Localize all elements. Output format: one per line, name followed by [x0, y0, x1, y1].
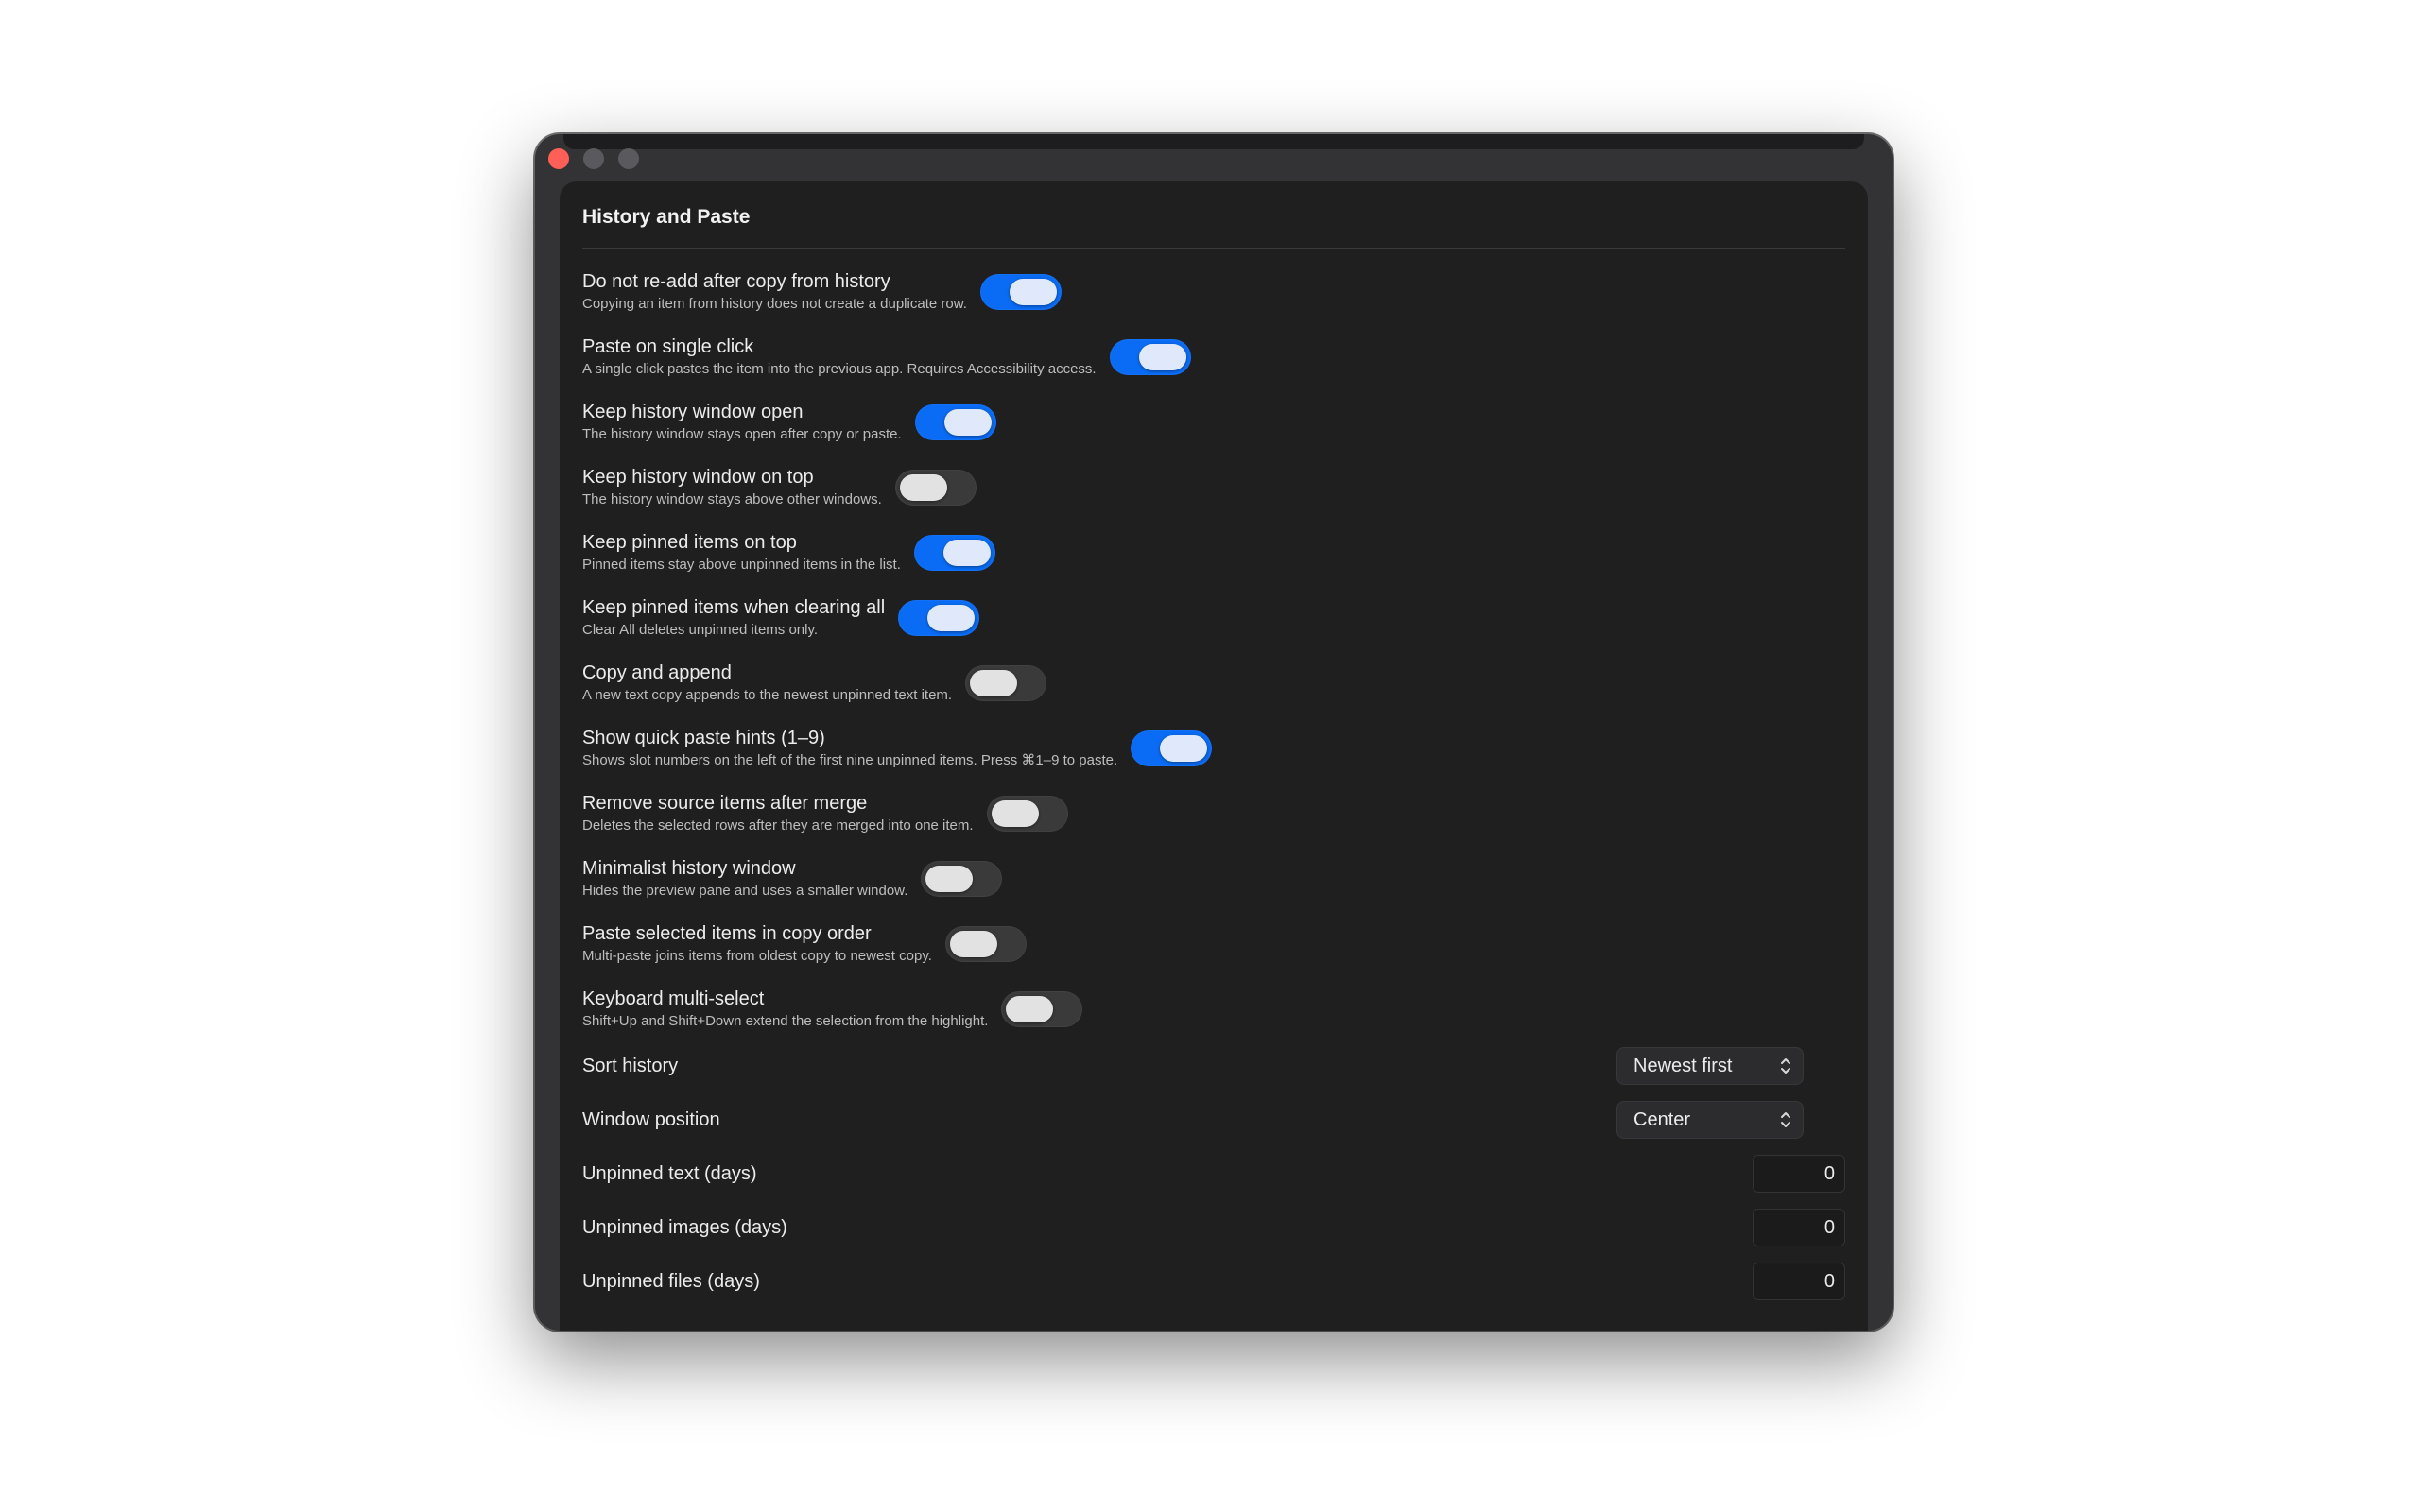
setting-label: Keep pinned items on top [582, 532, 797, 553]
setting-row-paste-single-click: Paste on single click A single click pas… [582, 335, 1191, 379]
setting-description: Hides the preview pane and uses a smalle… [582, 883, 908, 899]
setting-label: Show quick paste hints (1–9) [582, 728, 825, 748]
toggle-knob [949, 931, 997, 957]
setting-description: Shift+Up and Shift+Down extend the selec… [582, 1013, 989, 1029]
toggle-knob [991, 800, 1039, 827]
toggle-knob [1160, 735, 1208, 762]
chevron-up-down-icon [1781, 1112, 1790, 1127]
toggle-knob [942, 540, 991, 566]
sort-history-value: Newest first [1634, 1055, 1733, 1076]
remove-after-merge-toggle[interactable] [986, 796, 1068, 832]
toggle-knob [1138, 344, 1186, 370]
quick-paste-hints-toggle[interactable] [1131, 730, 1213, 766]
setting-row-copy-append: Copy and append A new text copy appends … [582, 662, 1047, 705]
settings-window: History and Paste Do not re-add after co… [535, 134, 1893, 1331]
setting-label: Minimalist history window [582, 858, 796, 879]
setting-row-keep-window-on-top: Keep history window on top The history w… [582, 466, 977, 509]
paste-single-click-toggle[interactable] [1109, 339, 1191, 375]
toggle-knob [925, 866, 974, 892]
title-bar-strip [563, 134, 1864, 149]
setting-label: Keyboard multi-select [582, 988, 765, 1009]
section-divider [582, 248, 1845, 249]
setting-row-sort-history: Sort history Newest first [582, 1047, 1845, 1085]
no-readd-toggle[interactable] [979, 274, 1062, 310]
title-bar[interactable] [535, 134, 1893, 181]
toggle-knob [970, 670, 1018, 696]
setting-row-quick-paste-hints: Show quick paste hints (1–9) Shows slot … [582, 727, 1213, 770]
keyboard-multiselect-toggle[interactable] [1001, 991, 1083, 1027]
setting-label: Keep history window open [582, 402, 804, 422]
setting-label: Paste selected items in copy order [582, 923, 872, 944]
setting-description: Multi-paste joins items from oldest copy… [582, 948, 932, 964]
setting-description: A single click pastes the item into the … [582, 361, 1097, 377]
keep-window-on-top-toggle[interactable] [894, 470, 977, 506]
setting-label: Do not re-add after copy from history [582, 271, 890, 292]
toggle-knob [1006, 996, 1054, 1022]
setting-description: A new text copy appends to the newest un… [582, 687, 953, 703]
setting-description: Pinned items stay above unpinned items i… [582, 557, 901, 573]
maximize-window-button[interactable] [618, 148, 639, 169]
setting-row-window-position: Window position Center [582, 1101, 1845, 1139]
setting-label: Remove source items after merge [582, 793, 868, 814]
setting-description: Clear All deletes unpinned items only. [582, 622, 819, 638]
setting-label: Keep pinned items when clearing all [582, 597, 886, 618]
pinned-on-top-toggle[interactable] [913, 535, 995, 571]
sort-history-select[interactable]: Newest first [1616, 1047, 1804, 1085]
setting-description: The history window stays open after copy… [582, 426, 902, 442]
setting-label: Paste on single click [582, 336, 754, 357]
window-position-label: Window position [582, 1108, 720, 1130]
setting-row-unpinned-files-days: Unpinned files (days) [582, 1263, 1845, 1300]
setting-row-no-readd: Do not re-add after copy from history Co… [582, 270, 1062, 314]
setting-description: Deletes the selected rows after they are… [582, 817, 974, 833]
settings-panel: History and Paste Do not re-add after co… [560, 181, 1868, 1331]
setting-label: Keep history window on top [582, 467, 814, 488]
setting-description: Shows slot numbers on the left of the fi… [582, 752, 1118, 768]
minimalist-window-toggle[interactable] [921, 861, 1003, 897]
setting-description: Copying an item from history does not cr… [582, 296, 967, 312]
unpinned-text-days-label: Unpinned text (days) [582, 1162, 757, 1184]
setting-row-keyboard-multiselect: Keyboard multi-select Shift+Up and Shift… [582, 988, 1083, 1031]
setting-row-unpinned-images-days: Unpinned images (days) [582, 1209, 1845, 1246]
setting-row-unpinned-text-days: Unpinned text (days) [582, 1155, 1845, 1193]
unpinned-files-days-input[interactable] [1753, 1263, 1845, 1300]
setting-row-pinned-on-top: Keep pinned items on top Pinned items st… [582, 531, 995, 575]
toggle-knob [1009, 279, 1057, 305]
chevron-up-down-icon [1781, 1058, 1790, 1074]
setting-row-keep-window-open: Keep history window open The history win… [582, 401, 996, 444]
section-title: History and Paste [582, 206, 751, 228]
close-window-button[interactable] [548, 148, 569, 169]
keep-window-open-toggle[interactable] [914, 404, 996, 440]
unpinned-images-days-label: Unpinned images (days) [582, 1216, 787, 1238]
keep-pinned-clearing-toggle[interactable] [898, 600, 980, 636]
setting-description: The history window stays above other win… [582, 491, 882, 507]
unpinned-text-days-input[interactable] [1753, 1155, 1845, 1193]
setting-row-keep-pinned-clearing: Keep pinned items when clearing all Clea… [582, 596, 980, 640]
copy-append-toggle[interactable] [965, 665, 1047, 701]
toggle-knob [927, 605, 976, 631]
setting-row-remove-after-merge: Remove source items after merge Deletes … [582, 792, 1068, 835]
minimize-window-button[interactable] [583, 148, 604, 169]
setting-row-minimalist-window: Minimalist history window Hides the prev… [582, 857, 1003, 901]
unpinned-files-days-label: Unpinned files (days) [582, 1270, 760, 1292]
window-position-select[interactable]: Center [1616, 1101, 1804, 1139]
paste-copy-order-toggle[interactable] [944, 926, 1027, 962]
toggle-knob [943, 409, 992, 436]
toggle-knob [899, 474, 947, 501]
setting-row-paste-copy-order: Paste selected items in copy order Multi… [582, 922, 1027, 966]
setting-label: Copy and append [582, 662, 732, 683]
sort-history-label: Sort history [582, 1055, 679, 1076]
unpinned-images-days-input[interactable] [1753, 1209, 1845, 1246]
window-position-value: Center [1634, 1108, 1691, 1130]
